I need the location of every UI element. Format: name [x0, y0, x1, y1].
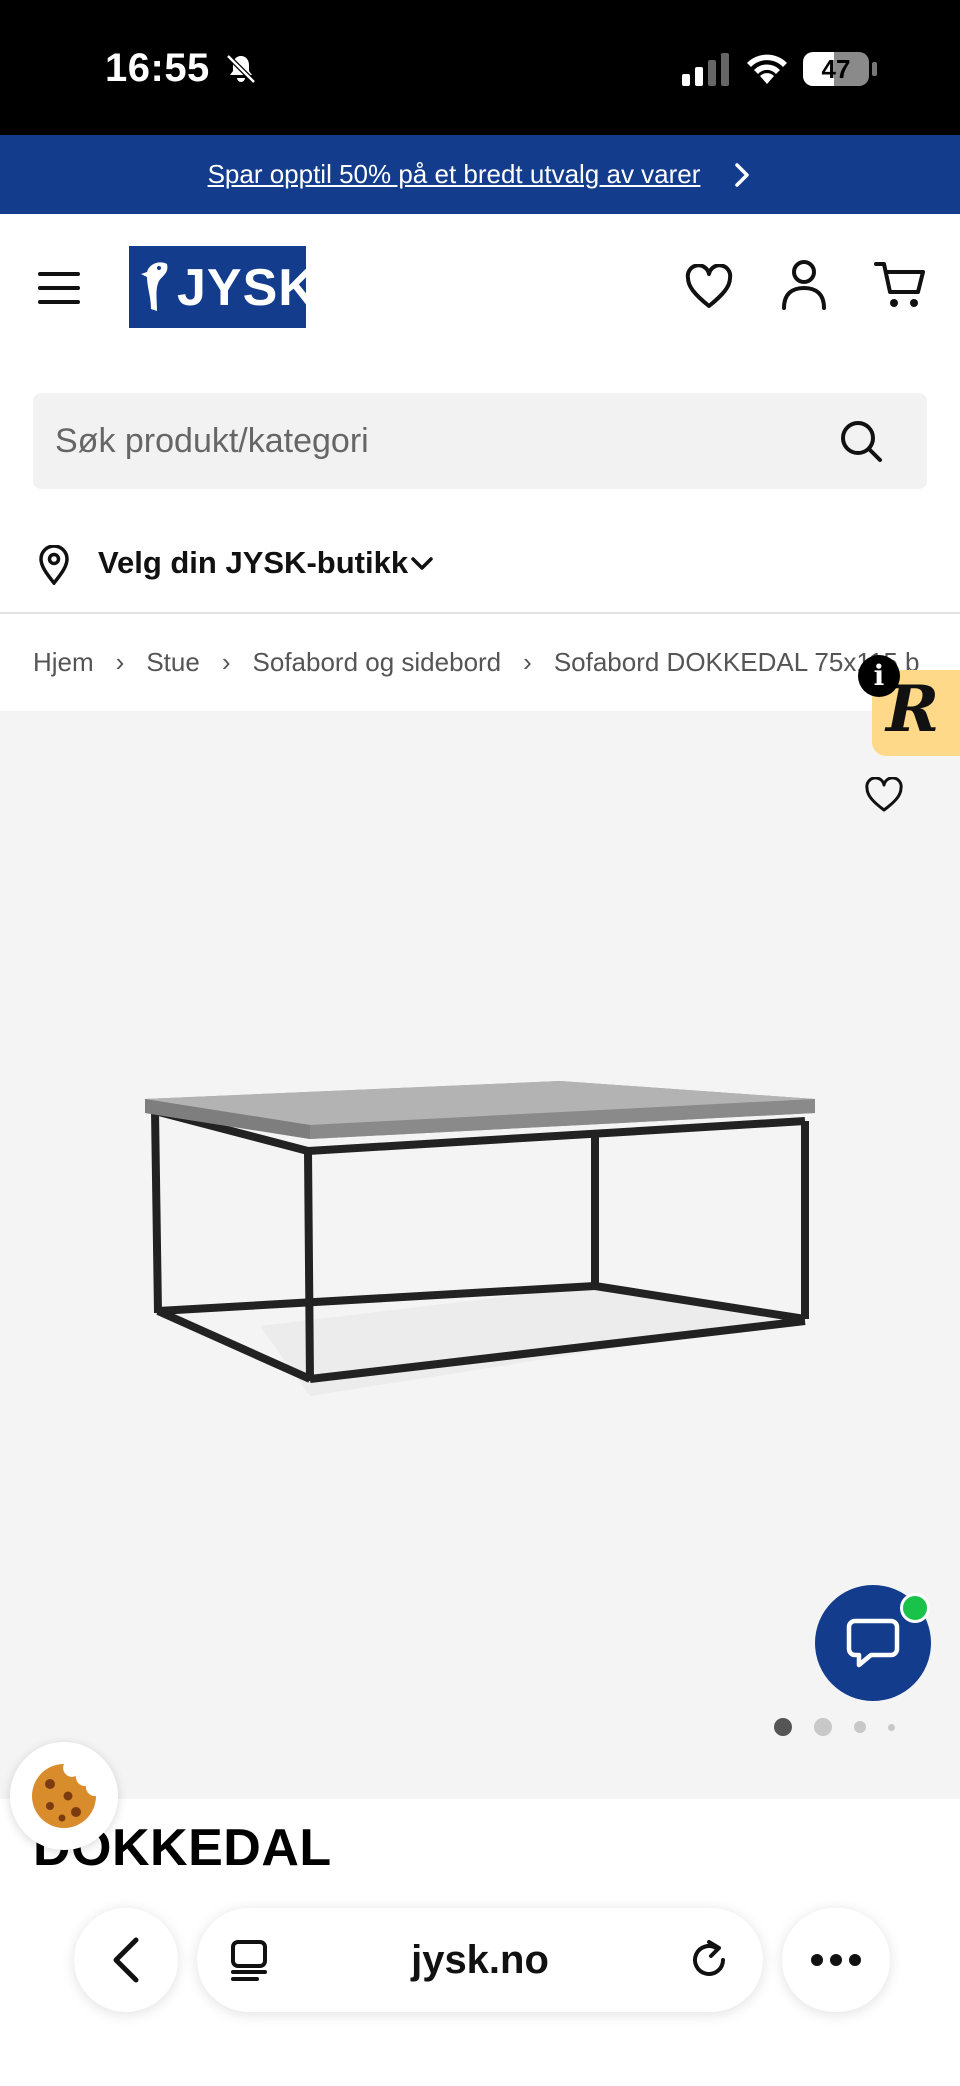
jysk-logo[interactable]: JYSK — [129, 246, 316, 328]
breadcrumb-separator-icon: › — [115, 646, 125, 677]
gallery-dot-active[interactable] — [774, 1718, 792, 1736]
status-bar: 16:55 47 — [0, 0, 960, 135]
breadcrumb-item-sofabord[interactable]: Sofabord og sidebord — [253, 647, 502, 678]
browser-back-button[interactable] — [74, 1908, 178, 2012]
battery-level: 47 — [821, 54, 851, 84]
more-dots-icon — [811, 1954, 861, 1966]
cookie-settings-button[interactable] — [10, 1742, 118, 1850]
more-options-button[interactable] — [782, 1908, 890, 2012]
user-account-icon[interactable] — [780, 258, 828, 310]
gallery-dot[interactable] — [814, 1718, 832, 1736]
battery-indicator: 47 — [803, 52, 869, 86]
search-icon[interactable] — [839, 419, 883, 463]
url-text[interactable]: jysk.no — [197, 1938, 763, 1983]
breadcrumb-separator-icon: › — [221, 646, 231, 677]
chat-online-indicator — [900, 1593, 930, 1623]
bird-logo-icon — [141, 262, 168, 311]
info-icon[interactable]: i — [858, 655, 900, 697]
reload-icon[interactable] — [687, 1938, 731, 1982]
breadcrumb-separator-icon: › — [523, 646, 532, 677]
chevron-left-icon — [113, 1937, 139, 1983]
logo-text: JYSK — [177, 259, 317, 317]
wishlist-heart-icon[interactable] — [684, 264, 734, 310]
header-divider — [0, 612, 960, 614]
battery-tip — [872, 62, 877, 76]
bell-muted-icon — [226, 54, 256, 84]
chevron-right-icon — [735, 162, 750, 187]
address-bar[interactable]: jysk.no — [197, 1908, 763, 2012]
chat-bubble-icon — [846, 1618, 900, 1668]
status-time: 16:55 — [105, 46, 210, 90]
browser-toolbar: jysk.no — [0, 1880, 960, 2086]
hamburger-menu-icon[interactable] — [38, 270, 80, 306]
product-image-coffee-table[interactable] — [140, 1081, 820, 1426]
breadcrumb-item-home[interactable]: Hjem — [33, 647, 94, 678]
promo-link[interactable]: Spar opptil 50% på et bredt utvalg av va… — [208, 159, 701, 190]
shopping-cart-icon[interactable] — [874, 260, 926, 310]
gallery-dot[interactable] — [888, 1724, 895, 1731]
cookie-icon — [32, 1764, 96, 1828]
store-selector[interactable]: Velg din JYSK-butikk — [0, 525, 960, 605]
search-bar — [33, 393, 927, 489]
breadcrumb: Hjem › Stue › Sofabord og sidebord › Sof… — [33, 644, 933, 680]
gallery-dot[interactable] — [854, 1721, 866, 1733]
add-to-wishlist-heart-icon[interactable] — [864, 777, 904, 813]
chevron-down-icon — [411, 557, 433, 570]
signal-icon — [682, 53, 729, 86]
store-label[interactable]: Velg din JYSK-butikk — [98, 545, 408, 581]
location-pin-icon — [39, 545, 69, 585]
promo-banner[interactable]: Spar opptil 50% på et bredt utvalg av va… — [0, 135, 960, 214]
site-header: JYSK — [0, 214, 960, 364]
search-input[interactable] — [55, 393, 815, 489]
breadcrumb-item-stue[interactable]: Stue — [146, 647, 200, 678]
wifi-icon — [747, 54, 787, 84]
gallery-pagination[interactable] — [770, 1716, 910, 1736]
